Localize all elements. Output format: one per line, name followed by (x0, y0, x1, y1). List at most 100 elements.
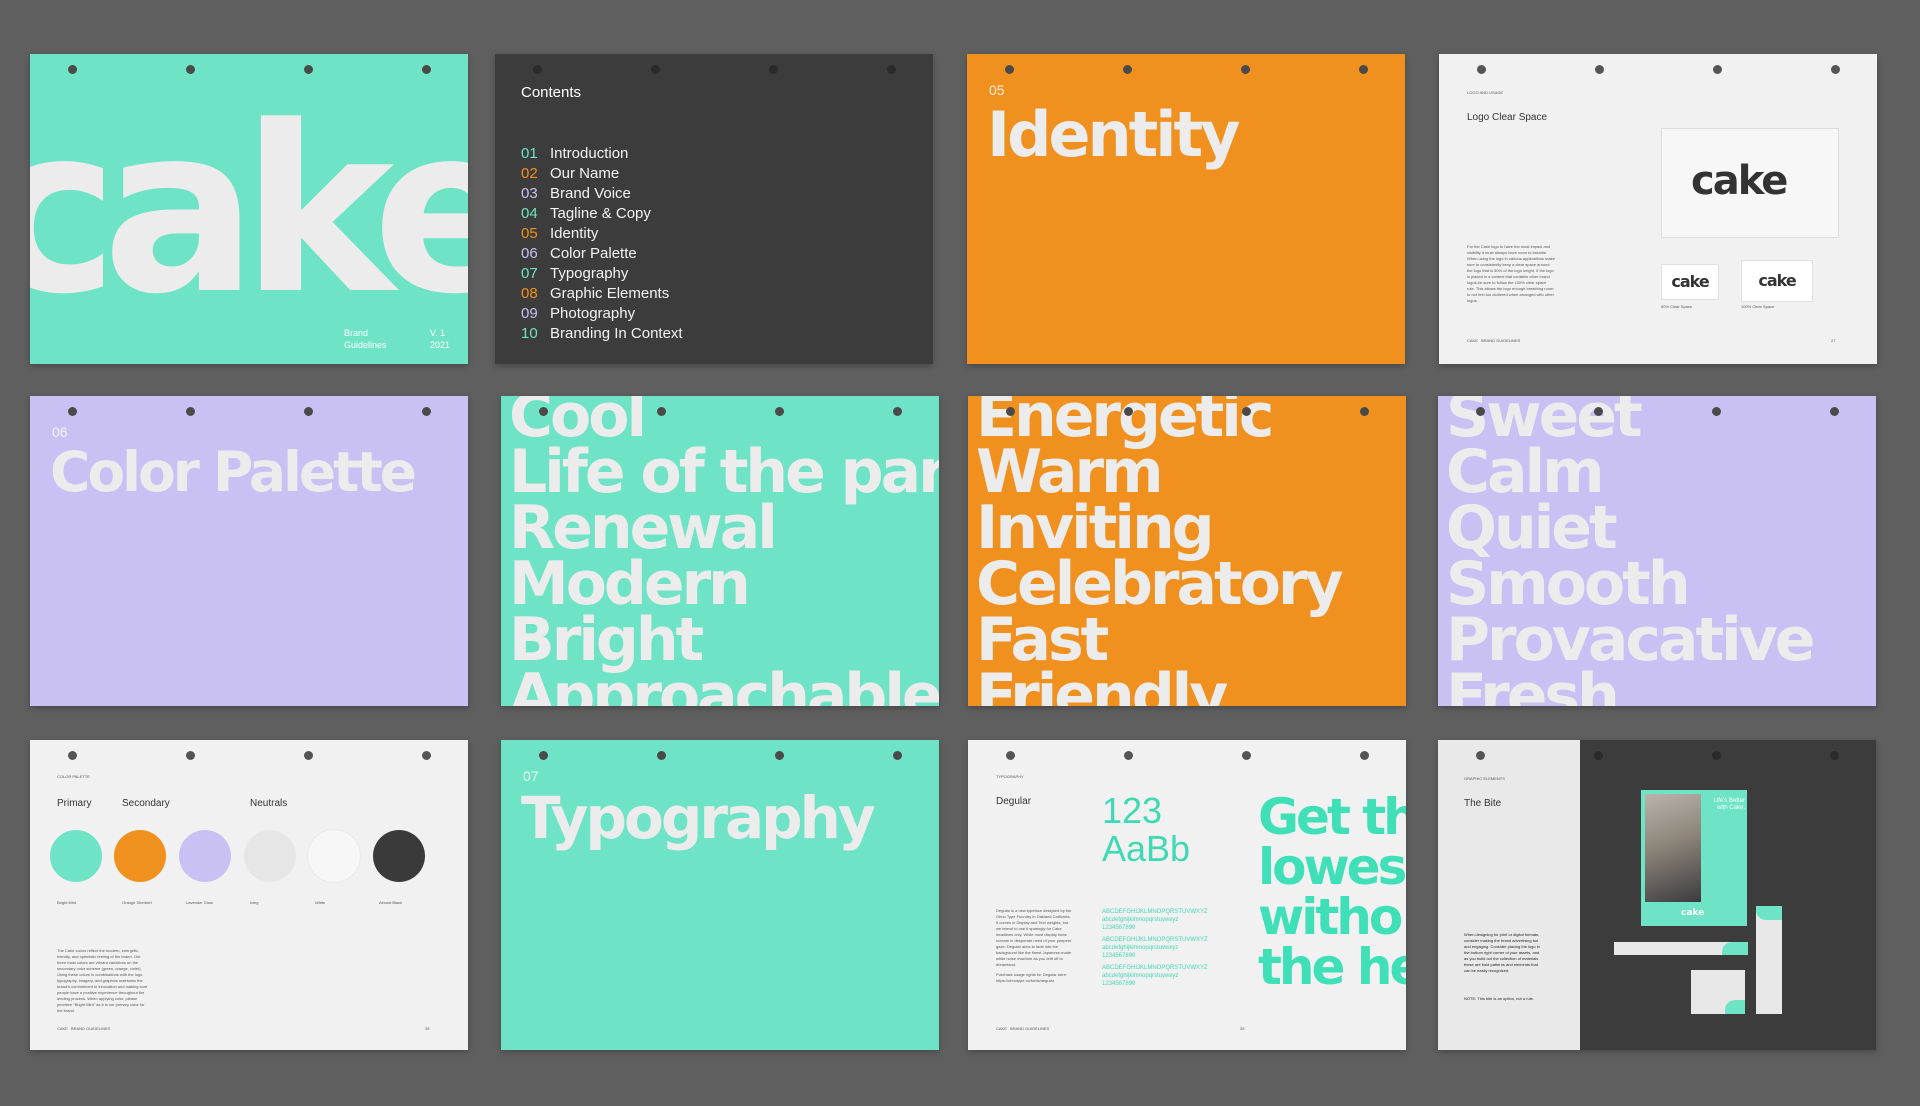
contents-item[interactable]: 09 Photography (521, 304, 683, 324)
binder-hole (893, 407, 902, 416)
brand-word: Celebratory (976, 549, 1344, 619)
brand-word: Smooth (1446, 549, 1691, 619)
binder-hole (775, 407, 784, 416)
brand-word: Bright (509, 605, 704, 675)
contents-title: Contents (521, 84, 582, 101)
binder-hole (1006, 407, 1015, 416)
graphic-elements-slide[interactable]: GRAPHIC ELEMENTS The Bite When designing… (1438, 740, 1876, 1050)
contents-item[interactable]: 07 Typography (521, 264, 683, 284)
contents-item[interactable]: 03 Brand Voice (521, 184, 683, 204)
brand-word: Calm (1446, 437, 1605, 507)
binder-hole (1360, 751, 1369, 760)
contents-item[interactable]: 06 Color Palette (521, 244, 683, 264)
contents-slide[interactable]: Contents 01 Introduction 02 Our Name 03 Bra… (495, 54, 933, 364)
section-number: 06 (52, 424, 68, 440)
binder-hole (1831, 65, 1840, 74)
contents-item[interactable]: 04 Tagline & Copy (521, 204, 683, 224)
binder-hole (422, 65, 431, 74)
binder-hole (1712, 407, 1721, 416)
binder-hole (422, 407, 431, 416)
brand-words: Energetic Warm Inviting Celebratory Fast… (976, 396, 1344, 706)
swatch-lavender-glow (179, 830, 231, 882)
section-title: Identity (987, 98, 1241, 171)
brand-words-lavender-slide[interactable]: Sweet Calm Quiet Smooth Provacative Fres… (1438, 396, 1876, 706)
binder-hole (539, 407, 548, 416)
binder-hole (657, 751, 666, 760)
swatch-bright-mint (50, 830, 102, 882)
binder-hole (1830, 407, 1839, 416)
contents-item[interactable]: 10 Branding In Context (521, 324, 683, 344)
contents-item[interactable]: 08 Graphic Elements (521, 284, 683, 304)
binder-hole (1123, 65, 1132, 74)
slide-title: The Bite (1464, 798, 1502, 809)
primary-heading: Primary (57, 798, 92, 809)
banner-bite (1722, 942, 1748, 955)
swatch-name: Bright Mint (57, 900, 77, 905)
swatch-white (308, 830, 360, 882)
cover-slide[interactable]: cake Brand Guidelines V. 1 2021 (30, 54, 468, 364)
binder-hole (887, 65, 896, 74)
binder-hole (304, 751, 313, 760)
binder-hole (769, 65, 778, 74)
section-title: Color Palette (50, 440, 417, 504)
identity-slide[interactable]: 05 Identity (967, 54, 1405, 364)
contents-item[interactable]: 05 Identity (521, 224, 683, 244)
typography-intro-slide[interactable]: 07 Typography (501, 740, 939, 1050)
binder-hole (68, 751, 77, 760)
contents-item[interactable]: 01 Introduction (521, 144, 683, 164)
swatch-almost-black (373, 830, 425, 882)
poster-mockup: Life's Better with Cake. cake (1641, 790, 1747, 926)
logo-clear-space-slide[interactable]: LOGO AND USAGE Logo Clear Space cake For… (1439, 54, 1877, 364)
neutrals-heading: Neutrals (250, 798, 288, 809)
typeface-slide[interactable]: TYPOGRAPHY Degular 123 AaBb Degular is a… (968, 740, 1406, 1050)
brand-word: Inviting (976, 493, 1215, 563)
binder-hole (657, 407, 666, 416)
poster-photo (1645, 794, 1701, 902)
brand-words-mint-slide[interactable]: Cool Life of the par Renewal Modern Brig… (501, 396, 939, 706)
color-palette-slide[interactable]: COLOR PALETTE Primary Secondary Neutrals… (30, 740, 468, 1050)
color-palette-intro-slide[interactable]: 06 Color Palette (30, 396, 468, 706)
binder-hole (304, 407, 313, 416)
logo-wordmark: cake (1671, 272, 1709, 291)
footer-brand: CAKE (996, 1026, 1007, 1031)
binder-hole (1713, 65, 1722, 74)
contents-item-label: Identity (550, 225, 599, 242)
section-label: LOGO AND USAGE (1467, 90, 1504, 95)
contents-item-label: Tagline & Copy (550, 205, 651, 222)
binder-hole (1594, 407, 1603, 416)
graphic-description: When designing for print or digital form… (1464, 932, 1540, 973)
logo-wordmark: cake (1691, 158, 1788, 204)
contents-item-label: Graphic Elements (550, 285, 670, 302)
footer-doc: BRAND GUIDELINES (71, 1026, 111, 1031)
swatch-orange-sherbert (114, 830, 166, 882)
character-set: ABCDEFGHIJKLMNOPQRSTUVWXYZ abcdefghijklm… (1102, 909, 1208, 987)
footer-doc: BRAND GUIDELINES (1010, 1026, 1050, 1031)
contents-item-label: Photography (550, 305, 636, 322)
brand-words: Cool Life of the par Renewal Modern Brig… (509, 396, 939, 706)
binder-hole (1712, 751, 1721, 760)
contents-item-label: Branding In Context (550, 325, 683, 342)
swatch-name: White (315, 900, 326, 905)
vertical-banner-bite (1756, 906, 1782, 920)
brand-words-orange-slide[interactable]: Energetic Warm Inviting Celebratory Fast… (968, 396, 1406, 706)
binder-hole (1242, 751, 1251, 760)
binder-hole (1476, 407, 1485, 416)
swatch-name: Almost Black (379, 900, 403, 905)
contents-item-number: 02 (521, 165, 538, 182)
guideline-text: For the Cake logo to have the most impac… (1467, 244, 1555, 303)
binder-hole (1241, 65, 1250, 74)
brand-word: Renewal (509, 493, 778, 563)
binder-hole (539, 751, 548, 760)
contents-item-number: 06 (521, 245, 538, 262)
graphic-note: NOTE: This bite is an option, not a rule… (1464, 996, 1534, 1001)
binder-hole (775, 751, 784, 760)
binder-hole (1006, 751, 1015, 760)
contents-item[interactable]: 02 Our Name (521, 164, 683, 184)
binder-hole (1360, 407, 1369, 416)
typeface-name: Degular (996, 796, 1032, 807)
page-number: 27 (1831, 338, 1836, 343)
brand-word: Friendly (976, 661, 1228, 706)
contents-item-label: Introduction (550, 145, 629, 162)
slide-title: Logo Clear Space (1467, 112, 1548, 123)
caption-half-clear: 50% Clear Space (1661, 304, 1693, 309)
